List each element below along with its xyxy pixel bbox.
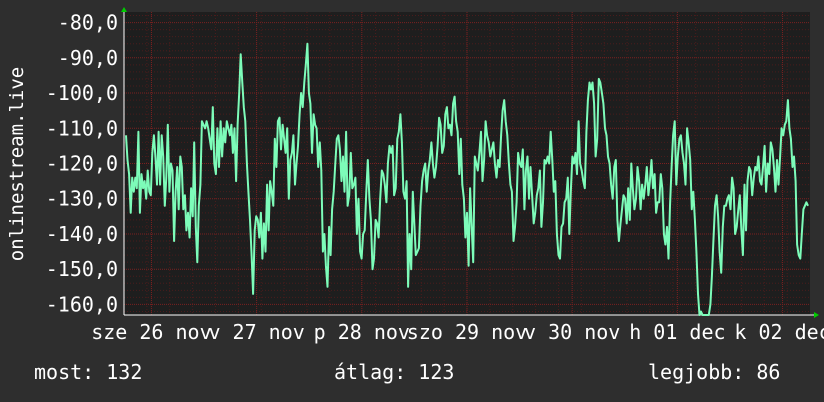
stat-best-text: legjobb: 86	[648, 360, 781, 384]
y-tick-label: -110,0	[46, 116, 118, 140]
y-tick-label: -100,0	[46, 81, 118, 105]
y-tick-label: -130,0	[46, 187, 118, 211]
stat-best: legjobb: 86	[648, 360, 780, 384]
y-axis-arrow	[121, 7, 127, 12]
stat-current-text: most: 132	[34, 360, 143, 384]
y-tick-label: -160,0	[46, 292, 118, 316]
x-tick-label: h 01 dec	[629, 320, 725, 344]
y-tick-label: -120,0	[46, 152, 118, 176]
stat-current: most: 132	[34, 360, 142, 384]
x-tick-label: k 02 dec	[734, 320, 824, 344]
y-tick-label: -150,0	[46, 257, 118, 281]
x-tick-label: v 27 nov	[208, 320, 304, 344]
stat-average-text: átlag: 123	[334, 360, 455, 384]
y-tick-label: -140,0	[46, 222, 118, 246]
y-axis-label: onlinestream.live	[6, 66, 28, 262]
x-tick-label: szo 29 nov	[407, 320, 527, 344]
y-tick-label: -80,0	[58, 11, 118, 35]
x-tick-label: v 30 nov	[524, 320, 620, 344]
x-axis-arrow	[814, 312, 819, 318]
y-tick-label: -90,0	[58, 46, 118, 70]
chart-container: -80,0 -90,0 -100,0 -110,0 -120,0 -130,0 -140,0…	[0, 0, 824, 402]
line-chart: -80,0 -90,0 -100,0 -110,0 -120,0 -130,0 -140,0…	[46, 7, 824, 344]
stat-average: átlag: 123	[334, 360, 454, 384]
x-tick-label: sze 26 nov	[91, 320, 211, 344]
x-tick-label: p 28 nov	[314, 320, 410, 344]
